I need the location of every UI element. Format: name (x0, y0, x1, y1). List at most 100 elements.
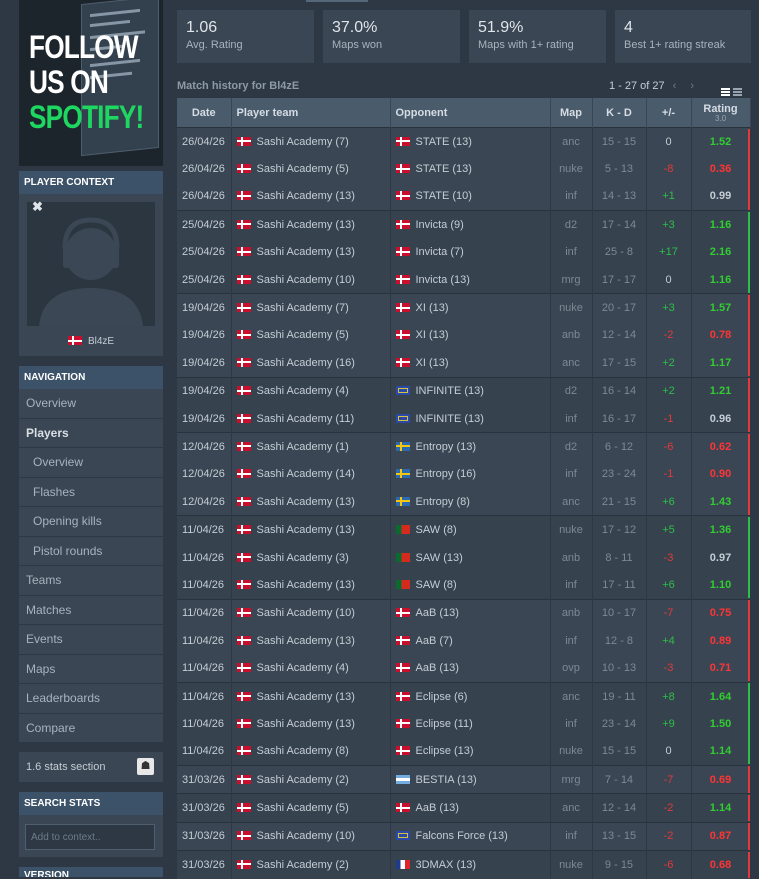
nav-players-pistol-rounds[interactable]: Pistol rounds (19, 536, 163, 566)
remove-context-icon[interactable]: ✖ (32, 199, 43, 215)
player-team-cell[interactable]: Sashi Academy (5) (231, 321, 391, 350)
opponent-cell[interactable]: Invicta (7) (390, 238, 551, 266)
table-row[interactable]: 19/04/26 Sashi Academy (11) INFINITE (13) i… (177, 404, 751, 433)
opponent-cell[interactable]: XI (13) (390, 293, 551, 322)
col-date[interactable]: Date (177, 98, 232, 128)
nav-leaderboards[interactable]: Leaderboards (19, 684, 163, 714)
opponent-cell[interactable]: AaB (7) (390, 627, 551, 655)
opponent-cell[interactable]: Entropy (13) (390, 432, 551, 461)
table-row[interactable]: 26/04/26 Sashi Academy (7) STATE (13) anc 15… (177, 127, 751, 156)
player-team-cell[interactable]: Sashi Academy (13) (231, 210, 391, 239)
table-row[interactable]: 25/04/26 Sashi Academy (13) Invicta (7) inf… (177, 238, 751, 266)
player-team-cell[interactable]: Sashi Academy (13) (231, 710, 391, 738)
player-team-cell[interactable]: Sashi Academy (13) (231, 681, 391, 711)
opponent-cell[interactable]: AaB (13) (390, 598, 551, 628)
player-team-cell[interactable]: Sashi Academy (14) (231, 460, 391, 489)
list-view-icon[interactable] (721, 88, 730, 96)
player-team-cell[interactable]: Sashi Academy (10) (231, 598, 391, 628)
opponent-cell[interactable]: INFINITE (13) (390, 376, 551, 405)
table-row[interactable]: 31/03/26 Sashi Academy (10) Falcons Force … (177, 821, 751, 851)
nav-players-overview[interactable]: Overview (19, 448, 163, 478)
table-row[interactable]: 31/03/26 Sashi Academy (5) AaB (13) anc 12 -… (177, 793, 751, 823)
opponent-cell[interactable]: XI (13) (390, 349, 551, 378)
table-row[interactable]: 11/04/26 Sashi Academy (13) SAW (8) nuke 17 … (177, 515, 751, 544)
player-team-cell[interactable]: Sashi Academy (13) (231, 571, 391, 600)
player-team-cell[interactable]: Sashi Academy (1) (231, 432, 391, 461)
table-row[interactable]: 19/04/26 Sashi Academy (16) XI (13) anc 17 -… (177, 349, 751, 378)
opponent-cell[interactable]: Eclipse (11) (390, 710, 551, 738)
table-row[interactable]: 12/04/26 Sashi Academy (13) Entropy (8) anc… (177, 488, 751, 516)
col-kd[interactable]: K - D (592, 98, 647, 128)
player-team-cell[interactable]: Sashi Academy (5) (231, 155, 391, 183)
opponent-cell[interactable]: 3DMAX (13) (390, 850, 551, 879)
prev-page-icon[interactable]: ‹ (673, 80, 677, 92)
nav-events[interactable]: Events (19, 625, 163, 655)
opponent-cell[interactable]: INFINITE (13) (390, 404, 551, 433)
opponent-cell[interactable]: STATE (13) (390, 127, 551, 156)
opponent-cell[interactable]: Entropy (8) (390, 488, 551, 516)
opponent-cell[interactable]: Falcons Force (13) (390, 821, 551, 851)
opponent-cell[interactable]: Eclipse (6) (390, 681, 551, 711)
table-row[interactable]: 19/04/26 Sashi Academy (7) XI (13) nuke 20 -… (177, 293, 751, 322)
opponent-cell[interactable]: Invicta (9) (390, 210, 551, 239)
player-team-cell[interactable]: Sashi Academy (7) (231, 293, 391, 322)
compact-view-icon[interactable] (733, 88, 742, 96)
context-player-name[interactable]: Bl4zE (19, 336, 163, 347)
nav-maps[interactable]: Maps (19, 655, 163, 684)
nav-teams[interactable]: Teams (19, 566, 163, 596)
col-map[interactable]: Map (550, 98, 593, 128)
spotify-banner[interactable]: FOLLOW US ON SPOTIFY! (19, 0, 163, 166)
player-team-cell[interactable]: Sashi Academy (2) (231, 850, 391, 879)
table-row[interactable]: 11/04/26 Sashi Academy (3) SAW (13) anb 8 - … (177, 543, 751, 572)
table-row[interactable]: 25/04/26 Sashi Academy (13) Invicta (9) d2 1… (177, 210, 751, 239)
player-team-cell[interactable]: Sashi Academy (10) (231, 265, 391, 294)
player-team-cell[interactable]: Sashi Academy (13) (231, 515, 391, 544)
player-team-cell[interactable]: Sashi Academy (13) (231, 182, 391, 211)
nav-matches[interactable]: Matches (19, 596, 163, 625)
player-team-cell[interactable]: Sashi Academy (11) (231, 404, 391, 433)
table-row[interactable]: 11/04/26 Sashi Academy (4) AaB (13) ovp 10 -… (177, 654, 751, 683)
table-row[interactable]: 11/04/26 Sashi Academy (13) SAW (8) inf 17 -… (177, 571, 751, 600)
table-row[interactable]: 26/04/26 Sashi Academy (5) STATE (13) nuke 5… (177, 155, 751, 183)
col-rating[interactable]: Rating 3.0 (691, 98, 751, 128)
player-team-cell[interactable]: Sashi Academy (3) (231, 543, 391, 572)
opponent-cell[interactable]: STATE (10) (390, 182, 551, 211)
player-team-cell[interactable]: Sashi Academy (2) (231, 764, 391, 794)
player-team-cell[interactable]: Sashi Academy (5) (231, 793, 391, 823)
table-row[interactable]: 11/04/26 Sashi Academy (8) Eclipse (13) nuk… (177, 737, 751, 766)
player-team-cell[interactable]: Sashi Academy (4) (231, 376, 391, 405)
player-team-cell[interactable]: Sashi Academy (7) (231, 127, 391, 156)
player-team-cell[interactable]: Sashi Academy (10) (231, 821, 391, 851)
table-row[interactable]: 12/04/26 Sashi Academy (1) Entropy (13) d2 6… (177, 432, 751, 461)
nav-overview[interactable]: Overview (19, 389, 163, 419)
opponent-cell[interactable]: XI (13) (390, 321, 551, 350)
table-row[interactable]: 25/04/26 Sashi Academy (10) Invicta (13) mr… (177, 265, 751, 294)
nav-players-opening-kills[interactable]: Opening kills (19, 507, 163, 537)
player-team-cell[interactable]: Sashi Academy (16) (231, 349, 391, 378)
col-diff[interactable]: +/- (646, 98, 692, 128)
player-team-cell[interactable]: Sashi Academy (4) (231, 654, 391, 683)
opponent-cell[interactable]: BESTIA (13) (390, 764, 551, 794)
col-opponent[interactable]: Opponent (390, 98, 551, 128)
table-row[interactable]: 12/04/26 Sashi Academy (14) Entropy (16) in… (177, 460, 751, 489)
table-row[interactable]: 11/04/26 Sashi Academy (10) AaB (13) anb 10 … (177, 598, 751, 628)
table-row[interactable]: 11/04/26 Sashi Academy (13) Eclipse (6) anc… (177, 681, 751, 711)
opponent-cell[interactable]: Invicta (13) (390, 265, 551, 294)
player-team-cell[interactable]: Sashi Academy (13) (231, 238, 391, 266)
stats-16-section-link[interactable]: 1.6 stats section ☗ (19, 752, 163, 782)
nav-compare[interactable]: Compare (19, 714, 163, 743)
next-page-icon[interactable]: › (690, 80, 694, 92)
table-row[interactable]: 31/03/26 Sashi Academy (2) 3DMAX (13) nuke 9… (177, 850, 751, 879)
opponent-cell[interactable]: SAW (13) (390, 543, 551, 572)
search-input[interactable] (25, 824, 155, 850)
table-row[interactable]: 19/04/26 Sashi Academy (4) INFINITE (13) d2… (177, 376, 751, 405)
opponent-cell[interactable]: Entropy (16) (390, 460, 551, 489)
table-row[interactable]: 31/03/26 Sashi Academy (2) BESTIA (13) mrg 7… (177, 764, 751, 794)
nav-players-flashes[interactable]: Flashes (19, 477, 163, 507)
opponent-cell[interactable]: STATE (13) (390, 155, 551, 183)
table-row[interactable]: 11/04/26 Sashi Academy (13) AaB (7) inf 12 -… (177, 627, 751, 655)
opponent-cell[interactable]: SAW (8) (390, 571, 551, 600)
opponent-cell[interactable]: AaB (13) (390, 654, 551, 683)
table-row[interactable]: 26/04/26 Sashi Academy (13) STATE (10) inf 1… (177, 182, 751, 211)
col-player-team[interactable]: Player team (231, 98, 391, 128)
